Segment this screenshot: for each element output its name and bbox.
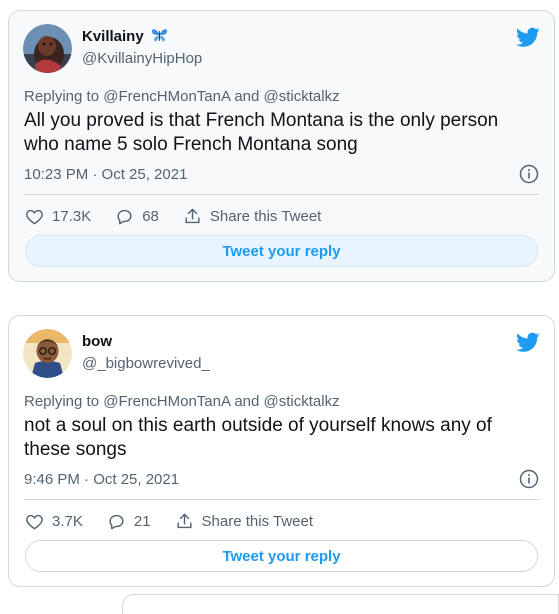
- reply-count: 21: [133, 512, 151, 530]
- tweet-card[interactable]: Kvillainy @KvillainyHipHop Replying to @…: [8, 10, 555, 282]
- heart-icon: [26, 209, 43, 224]
- share-label: Share this Tweet: [201, 512, 313, 530]
- replying-to: Replying to @FrencHMonTanA and @sticktal…: [24, 88, 340, 105]
- butterfly-icon: [151, 28, 168, 47]
- display-name[interactable]: bow: [82, 333, 112, 350]
- tweet-your-reply-button[interactable]: Tweet your reply: [25, 540, 538, 572]
- next-card-edge: [122, 594, 559, 614]
- avatar[interactable]: [23, 329, 72, 378]
- reply-bubble-icon: [109, 514, 124, 529]
- like-count: 17.3K: [52, 207, 92, 225]
- action-bar: 3.7K 21 Share this Tweet: [25, 510, 313, 532]
- share-icon: [185, 208, 200, 223]
- tweet-text: not a soul on this earth outside of your…: [24, 415, 492, 460]
- avatar[interactable]: [23, 24, 72, 73]
- replying-to: Replying to @FrencHMonTanA and @sticktal…: [24, 393, 340, 410]
- like-button[interactable]: 3.7K: [25, 512, 83, 531]
- info-icon[interactable]: [519, 164, 539, 184]
- twitter-bird-icon[interactable]: [516, 25, 540, 49]
- reply-count: 68: [142, 207, 159, 225]
- user-handle[interactable]: @_bigbowrevived_: [82, 355, 210, 372]
- like-button[interactable]: 17.3K: [25, 207, 91, 226]
- user-handle[interactable]: @KvillainyHipHop: [82, 50, 202, 67]
- divider: [24, 499, 539, 500]
- reply-button[interactable]: 68: [115, 207, 159, 226]
- share-button[interactable]: Share this Tweet: [183, 207, 321, 226]
- info-icon[interactable]: [519, 469, 539, 489]
- heart-icon: [26, 514, 43, 529]
- share-label: Share this Tweet: [209, 207, 322, 225]
- tweet-your-reply-button[interactable]: Tweet your reply: [25, 235, 538, 267]
- action-bar: 17.3K 68 Share this Tweet: [25, 205, 321, 227]
- twitter-bird-icon[interactable]: [516, 330, 540, 354]
- display-name[interactable]: Kvillainy: [82, 28, 168, 47]
- share-icon: [177, 513, 192, 528]
- share-button[interactable]: Share this Tweet: [175, 512, 313, 531]
- tweet-text: All you proved is that French Montana is…: [24, 110, 499, 155]
- divider: [24, 194, 539, 195]
- like-count: 3.7K: [52, 512, 83, 530]
- tweet-card[interactable]: bow @_bigbowrevived_ Replying to @FrencH…: [8, 315, 555, 587]
- timestamp[interactable]: 10:23 PM · Oct 25, 2021: [24, 166, 187, 183]
- reply-button[interactable]: 21: [107, 512, 151, 531]
- reply-bubble-icon: [117, 209, 132, 224]
- timestamp[interactable]: 9:46 PM · Oct 25, 2021: [24, 471, 179, 488]
